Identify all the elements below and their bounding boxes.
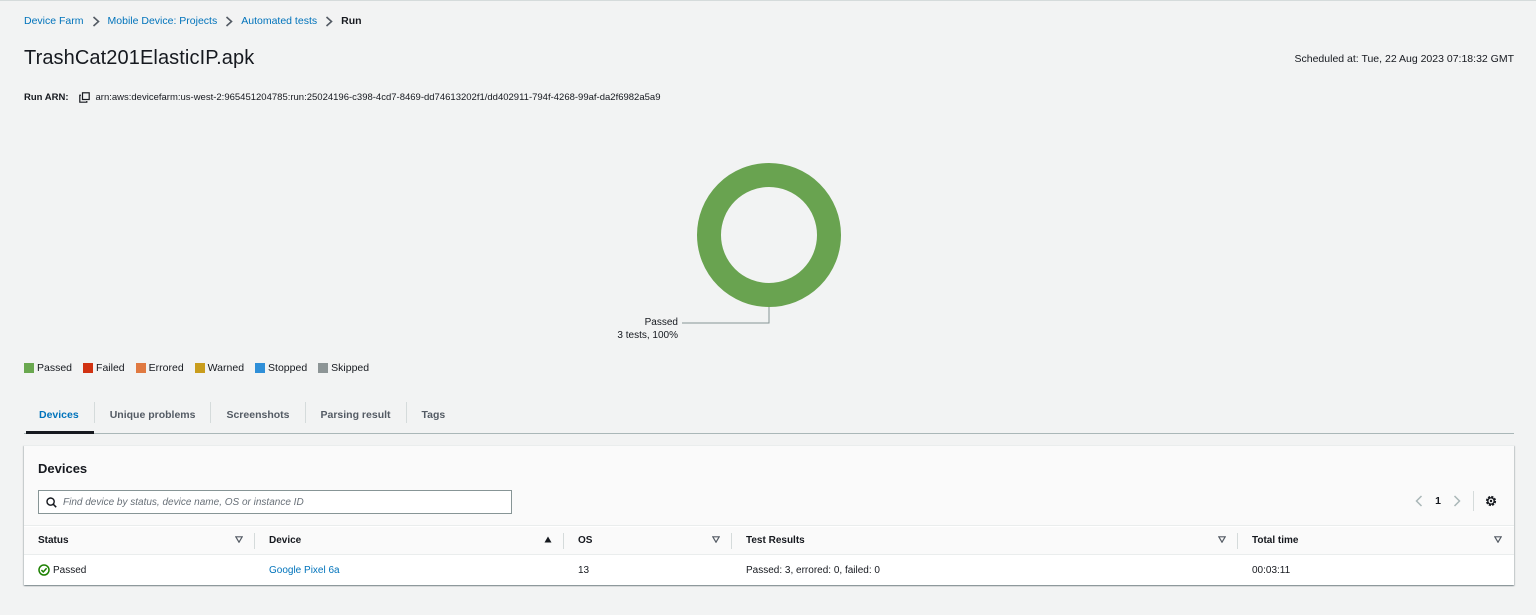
legend-item-errored: Errored <box>135 362 184 374</box>
device-search-box <box>38 490 512 514</box>
check-circle-icon <box>38 564 50 576</box>
legend-swatch <box>194 363 205 373</box>
tab-tags[interactable]: Tags <box>407 396 461 433</box>
copy-icon[interactable] <box>78 92 90 103</box>
column-header-status[interactable]: Status <box>24 527 255 554</box>
search-icon <box>46 496 57 508</box>
scheduled-time: Scheduled at: Tue, 22 Aug 2023 07:18:32 … <box>1294 53 1515 65</box>
chevron-right-icon <box>225 15 233 27</box>
legend-label: Warned <box>207 362 245 374</box>
cell-total-time: 00:03:11 <box>1252 564 1291 576</box>
donut-label-detail: 3 tests, 100% <box>617 329 678 341</box>
prev-page-icon[interactable] <box>1411 493 1427 509</box>
column-label: Device <box>269 535 302 546</box>
run-arn-label: Run ARN: <box>24 92 69 103</box>
legend-item-skipped: Skipped <box>318 362 369 374</box>
table-header-row: Status Device OS Test Results Total time <box>24 527 1514 555</box>
device-link[interactable]: Google Pixel 6a <box>269 565 340 576</box>
tab-bar: Devices Unique problems Screenshots Pars… <box>24 396 1514 434</box>
pager-divider <box>1473 491 1474 511</box>
column-header-total-time[interactable]: Total time <box>1238 527 1514 554</box>
legend-swatch <box>83 363 94 373</box>
sort-caret-down-icon[interactable] <box>712 536 720 543</box>
breadcrumb-automated-tests[interactable]: Automated tests <box>241 15 317 27</box>
chevron-right-icon <box>325 15 333 27</box>
breadcrumb-current: Run <box>341 15 362 27</box>
table-row: Passed Google Pixel 6a 13 Passed: 3, err… <box>24 555 1514 585</box>
cell-os: 13 <box>578 564 590 576</box>
device-search-input[interactable] <box>63 496 483 508</box>
top-border <box>0 0 1536 1</box>
donut-slice-passed[interactable] <box>697 163 841 307</box>
chart-legend: Passed Failed Errored Warned Stopped Ski… <box>24 362 380 374</box>
status-passed: Passed <box>38 564 86 576</box>
run-arn-row: Run ARN: arn:aws:devicefarm:us-west-2:96… <box>24 92 660 103</box>
page-title: TrashCat201ElasticIP.apk <box>24 47 255 69</box>
legend-swatch <box>135 363 146 373</box>
status-text: Passed <box>53 564 87 576</box>
legend-label: Failed <box>96 362 125 374</box>
legend-swatch <box>24 363 34 373</box>
devices-panel-title: Devices <box>38 461 88 476</box>
sort-caret-down-icon[interactable] <box>1218 536 1226 543</box>
sort-ascending-icon[interactable] <box>544 536 552 543</box>
donut-leader-line <box>682 307 770 324</box>
devices-panel-header: Devices 1 <box>24 446 1514 526</box>
cell-test-results: Passed: 3, errored: 0, failed: 0 <box>746 564 880 576</box>
next-page-icon[interactable] <box>1449 493 1465 509</box>
results-donut-chart <box>682 163 841 324</box>
column-header-os[interactable]: OS <box>564 527 732 554</box>
breadcrumb: Device Farm Mobile Device: Projects Auto… <box>24 15 362 27</box>
sort-caret-down-icon[interactable] <box>1494 536 1502 543</box>
legend-item-failed: Failed <box>83 362 125 374</box>
column-label: Status <box>38 535 69 546</box>
column-header-device[interactable]: Device <box>255 527 564 554</box>
legend-swatch <box>255 363 266 373</box>
column-header-test-results[interactable]: Test Results <box>732 527 1238 554</box>
donut-label-passed: Passed 3 tests, 100% <box>560 317 678 342</box>
sort-caret-down-icon[interactable] <box>235 536 243 543</box>
gear-icon[interactable] <box>1484 494 1498 508</box>
tab-screenshots[interactable]: Screenshots <box>211 396 304 433</box>
breadcrumb-projects[interactable]: Mobile Device: Projects <box>108 15 218 27</box>
legend-label: Errored <box>148 362 184 374</box>
pagination: 1 <box>1411 491 1498 511</box>
tab-parsing-result[interactable]: Parsing result <box>306 396 406 433</box>
page-number[interactable]: 1 <box>1435 495 1441 507</box>
legend-item-passed: Passed <box>24 362 72 374</box>
run-arn-value: arn:aws:devicefarm:us-west-2:96545120478… <box>95 92 661 103</box>
column-label: Test Results <box>746 535 805 546</box>
cell-status: Passed <box>24 555 255 585</box>
legend-item-stopped: Stopped <box>255 362 307 374</box>
legend-label: Stopped <box>268 362 308 374</box>
cell-device: Google Pixel 6a <box>255 555 564 585</box>
legend-label: Skipped <box>331 362 370 374</box>
legend-label: Passed <box>37 362 73 374</box>
column-label: Total time <box>1252 535 1299 546</box>
legend-item-warned: Warned <box>194 362 245 374</box>
chevron-right-icon <box>92 15 100 27</box>
tab-unique-problems[interactable]: Unique problems <box>95 396 211 433</box>
legend-swatch <box>318 363 329 373</box>
tab-devices[interactable]: Devices <box>24 396 94 434</box>
devices-table: Status Device OS Test Results Total time <box>24 527 1514 585</box>
devices-panel: Devices 1 <box>24 445 1514 585</box>
donut-label-title: Passed <box>644 317 678 328</box>
column-label: OS <box>578 535 593 546</box>
breadcrumb-device-farm[interactable]: Device Farm <box>24 15 84 27</box>
